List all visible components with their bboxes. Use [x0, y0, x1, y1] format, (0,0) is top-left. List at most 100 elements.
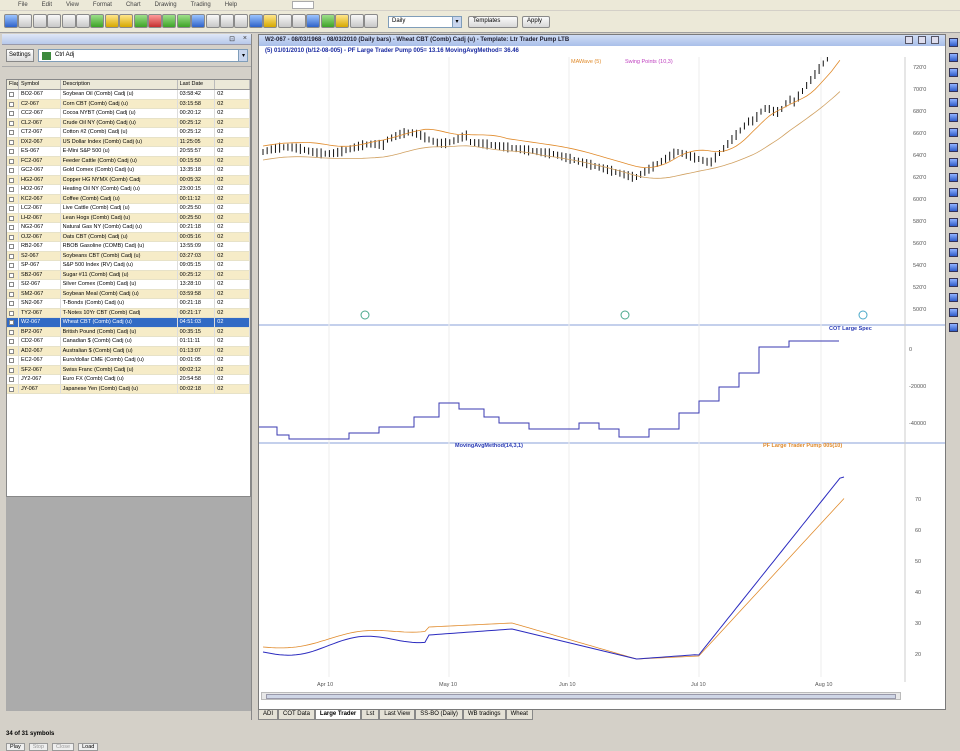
table-row[interactable]: BP2-067 British Pound (Comb) Cadj (u) 00:3… [7, 327, 250, 337]
toolbar-button-12[interactable] [162, 14, 177, 28]
drawing-tool-icon[interactable] [949, 293, 958, 302]
chart-window[interactable]: W2-067 - 08/03/1968 - 08/03/2010 (Daily … [258, 34, 946, 710]
help-search-box[interactable] [292, 1, 314, 9]
table-row[interactable]: GC2-067 Gold Comex (Comb) Cadj (u) 13:35:1… [7, 166, 250, 176]
table-row[interactable]: OJ2-067 Oats CBT (Comb) Cadj (u) 00:05:16 0… [7, 232, 250, 242]
toolbar-button-1[interactable] [4, 14, 18, 28]
toolbar-button-10[interactable] [133, 14, 148, 28]
scroll-thumb[interactable] [266, 694, 896, 699]
chart-canvas[interactable] [259, 57, 945, 682]
checkbox-icon[interactable] [9, 130, 14, 135]
checkbox-icon[interactable] [9, 329, 14, 335]
toolbar-button-4[interactable] [47, 14, 62, 28]
toolbar-button-3[interactable] [32, 14, 47, 28]
toolbar-button-9[interactable] [119, 14, 134, 28]
tab-wheat[interactable]: Wheat [505, 710, 533, 720]
tab-ss-bo-daily-[interactable]: SS-BO (Daily) [415, 710, 463, 720]
table-row[interactable]: CL2-067 Crude Oil NY (Comb) Cadj (u) 00:25… [7, 118, 250, 128]
play-button[interactable]: Play [6, 743, 25, 751]
drawing-tool-icon[interactable] [949, 308, 958, 317]
table-row[interactable]: HG2-067 Copper HG NYMX (Comb) Cadj 00:05:3… [7, 175, 250, 185]
toolbar-button-6[interactable] [76, 14, 90, 28]
table-row[interactable]: RB2-067 RBOB Gasoline (COMB) Cadj (u) 13:5… [7, 242, 250, 252]
drawing-tool-icon[interactable] [949, 203, 958, 212]
menu-item-trading[interactable]: Trading [191, 2, 211, 8]
checkbox-icon[interactable] [9, 263, 14, 268]
menu-item-format[interactable]: Format [93, 2, 112, 8]
checkbox-icon[interactable] [9, 301, 14, 306]
symbol-list-select[interactable]: Ctrl Adj ▾ [38, 49, 248, 62]
table-row[interactable]: CD2-067 Canadian $ (Comb) Cadj (u) 01:11:1… [7, 337, 250, 347]
checkbox-icon[interactable] [9, 92, 14, 97]
checkbox-icon[interactable] [9, 177, 14, 183]
pin-icon[interactable]: ⊡ [229, 35, 235, 43]
col-extra[interactable] [215, 80, 250, 89]
drawing-tool-icon[interactable] [949, 248, 958, 257]
toolbar-button-20[interactable] [277, 14, 292, 28]
toolbar-button-7[interactable] [90, 14, 105, 28]
table-row[interactable]: JY2-067 Euro FX (Comb) Cadj (u) 20:54:58 02 [7, 375, 250, 385]
checkbox-icon[interactable] [9, 225, 14, 230]
toolbar-button-26[interactable] [364, 14, 378, 28]
drawing-tool-icon[interactable] [949, 128, 958, 137]
checkbox-icon[interactable] [9, 139, 14, 145]
checkbox-icon[interactable] [9, 348, 14, 354]
toolbar-button-19[interactable] [263, 14, 278, 28]
stop-button[interactable]: Stop [28, 743, 49, 751]
table-row[interactable]: DX2-067 US Dollar Index (Comb) Cadj (u) 11… [7, 137, 250, 147]
toolbar-button-5[interactable] [61, 14, 76, 28]
drawing-tool-icon[interactable] [949, 233, 958, 242]
toolbar-button-2[interactable] [18, 14, 33, 28]
table-row[interactable]: ES-067 E-Mini S&P 500 (u) 20:55:57 02 [7, 147, 250, 157]
table-row[interactable]: NG2-067 Natural Gas NY (Comb) Cadj (u) 00:… [7, 223, 250, 233]
table-row[interactable]: HO2-067 Heating Oil NY (Comb) Cadj (u) 23:… [7, 185, 250, 195]
toolbar-button-11[interactable] [148, 14, 162, 28]
checkbox-icon[interactable] [9, 244, 14, 249]
menu-item-help[interactable]: Help [225, 2, 237, 8]
table-row[interactable]: SN2-067 T-Bonds (Comb) Cadj (u) 00:21:18 02 [7, 299, 250, 309]
drawing-tool-icon[interactable] [949, 323, 958, 332]
checkbox-icon[interactable] [9, 291, 14, 297]
tab-cot-data[interactable]: COT Data [278, 710, 315, 720]
toolbar-button-21[interactable] [292, 14, 306, 28]
checkbox-icon[interactable] [9, 282, 14, 287]
horizontal-scrollbar[interactable] [261, 692, 901, 700]
checkbox-icon[interactable] [9, 386, 14, 392]
toolbar-button-13[interactable] [176, 14, 191, 28]
checkbox-icon[interactable] [9, 101, 14, 107]
table-row[interactable]: C2-067 Corn CBT (Comb) Cadj (u) 03:15:58 02 [7, 99, 250, 109]
toolbar-button-18[interactable] [248, 14, 263, 28]
menu-item-edit[interactable]: Edit [42, 2, 52, 8]
toolbar-button-17[interactable] [234, 14, 249, 28]
checkbox-icon[interactable] [9, 187, 14, 192]
drawing-tool-icon[interactable] [949, 158, 958, 167]
apply-button[interactable]: Apply [522, 16, 550, 28]
drawing-tool-icon[interactable] [949, 188, 958, 197]
table-row[interactable]: EC2-067 Euro/dollar CME (Comb) Cadj (u) 00… [7, 356, 250, 366]
tab-wb-tradings[interactable]: WB tradings [462, 710, 506, 720]
checkbox-icon[interactable] [9, 253, 14, 259]
minimize-icon[interactable] [905, 36, 913, 44]
checkbox-icon[interactable] [9, 111, 14, 116]
table-row[interactable]: SP-067 S&P 500 Index (RV) Cadj (u) 09:05:1… [7, 261, 250, 271]
checkbox-icon[interactable] [9, 158, 14, 164]
table-row[interactable]: CT2-067 Cotton #2 (Comb) Cadj (u) 00:25:12… [7, 128, 250, 138]
drawing-tool-icon[interactable] [949, 38, 958, 47]
table-row[interactable]: LH2-067 Lean Hogs (Comb) Cadj (u) 00:25:50… [7, 213, 250, 223]
close-icon[interactable]: × [243, 35, 247, 42]
drawing-tool-icon[interactable] [949, 143, 958, 152]
close-button[interactable]: Close [52, 743, 75, 751]
table-row[interactable]: AD2-067 Australian $ (Comb) Cadj (u) 01:13… [7, 346, 250, 356]
load-button[interactable]: Load [78, 743, 99, 751]
col-symbol[interactable]: Symbol [19, 80, 61, 89]
col-description[interactable]: Description [61, 80, 178, 89]
tab-large-trader[interactable]: Large Trader [314, 710, 362, 720]
toolbar-button-8[interactable] [104, 14, 119, 28]
settings-button[interactable]: Settings [6, 49, 34, 62]
table-row[interactable]: W2-067 Wheat CBT (Comb) Cadj (u) 04:51:03 0… [7, 318, 250, 328]
checkbox-icon[interactable] [9, 320, 14, 325]
checkbox-icon[interactable] [9, 196, 14, 202]
toolbar-button-23[interactable] [320, 14, 335, 28]
table-row[interactable]: SI2-067 Silver Comex (Comb) Cadj (u) 13:28… [7, 280, 250, 290]
tab-adi[interactable]: ADI [258, 710, 279, 720]
